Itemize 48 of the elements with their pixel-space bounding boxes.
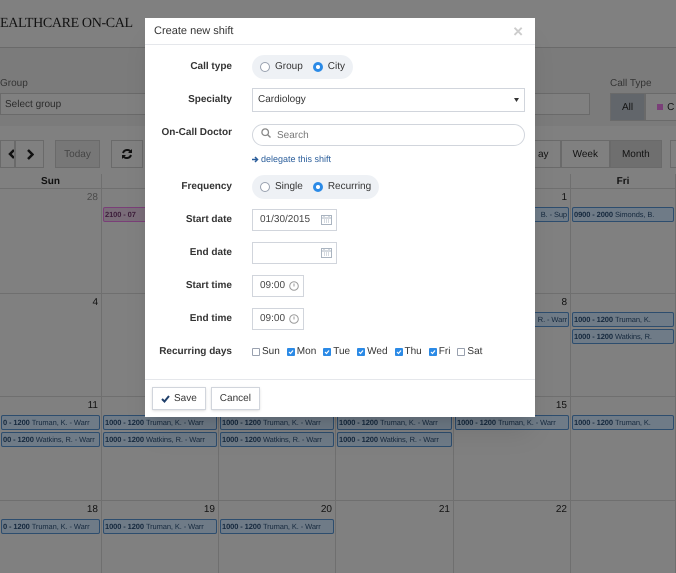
checkbox-label: Sun [262, 345, 280, 359]
radio-label: Recurring [328, 180, 372, 194]
day-number: 18 [86, 503, 98, 517]
day-number: 11 [88, 399, 98, 413]
time-field[interactable]: 09:00 [252, 308, 304, 330]
view-tab[interactable]: Week [560, 140, 610, 168]
radio-label: City [328, 60, 346, 74]
field-label: End time [190, 312, 232, 326]
day-number: 19 [204, 503, 215, 517]
call-type-toggle[interactable]: C [645, 93, 676, 121]
field-label: Group [0, 77, 29, 90]
dialog-title: Create new shift [154, 24, 234, 39]
call-type-toggle[interactable]: All [610, 93, 646, 121]
field-label: Frequency [181, 180, 232, 194]
field-label: On-Call Doctor [161, 126, 232, 140]
day-number: 21 [438, 503, 450, 517]
checkbox-label: Mon [296, 345, 316, 359]
day-number: 4 [92, 296, 98, 310]
delegate-link[interactable]: delegate this shift [252, 152, 332, 166]
checkbox-label: Fri [438, 345, 450, 359]
field-label: Call Type [610, 77, 653, 90]
day-number: 15 [556, 399, 567, 413]
field-label: Call type [190, 60, 232, 74]
field-label: Start date [186, 213, 232, 227]
weekday-header: Sun [41, 175, 60, 189]
checkbox-label: Sat [467, 345, 482, 359]
cancel-button[interactable]: Cancel [210, 387, 260, 410]
time-field[interactable]: 09:00 [252, 274, 304, 296]
save-button[interactable]: Save [152, 387, 206, 410]
field-label: Specialty [188, 93, 232, 107]
radio-label: Single [275, 180, 303, 194]
checkbox-label: Tue [333, 345, 350, 359]
search-field[interactable]: Search [252, 124, 525, 146]
day-number: 22 [556, 503, 567, 517]
checkbox-label: Thu [404, 345, 422, 359]
specialty-select[interactable]: Cardiology [252, 88, 525, 112]
checkbox-label: Wed [367, 345, 388, 359]
field-label: Start time [186, 279, 232, 293]
view-tab[interactable]: Month [610, 140, 662, 168]
radio-label: Group [275, 60, 303, 74]
day-number: 8 [561, 296, 567, 310]
day-number: 20 [320, 503, 332, 517]
app-title: EALTHCARE ON-CAL [0, 15, 133, 33]
field-label: Recurring days [159, 345, 232, 359]
day-number: 1 [561, 191, 567, 205]
date-field[interactable]: 01/30/2015 [252, 208, 337, 230]
field-label: End date [190, 246, 232, 260]
weekday-header: Fri [616, 175, 630, 189]
